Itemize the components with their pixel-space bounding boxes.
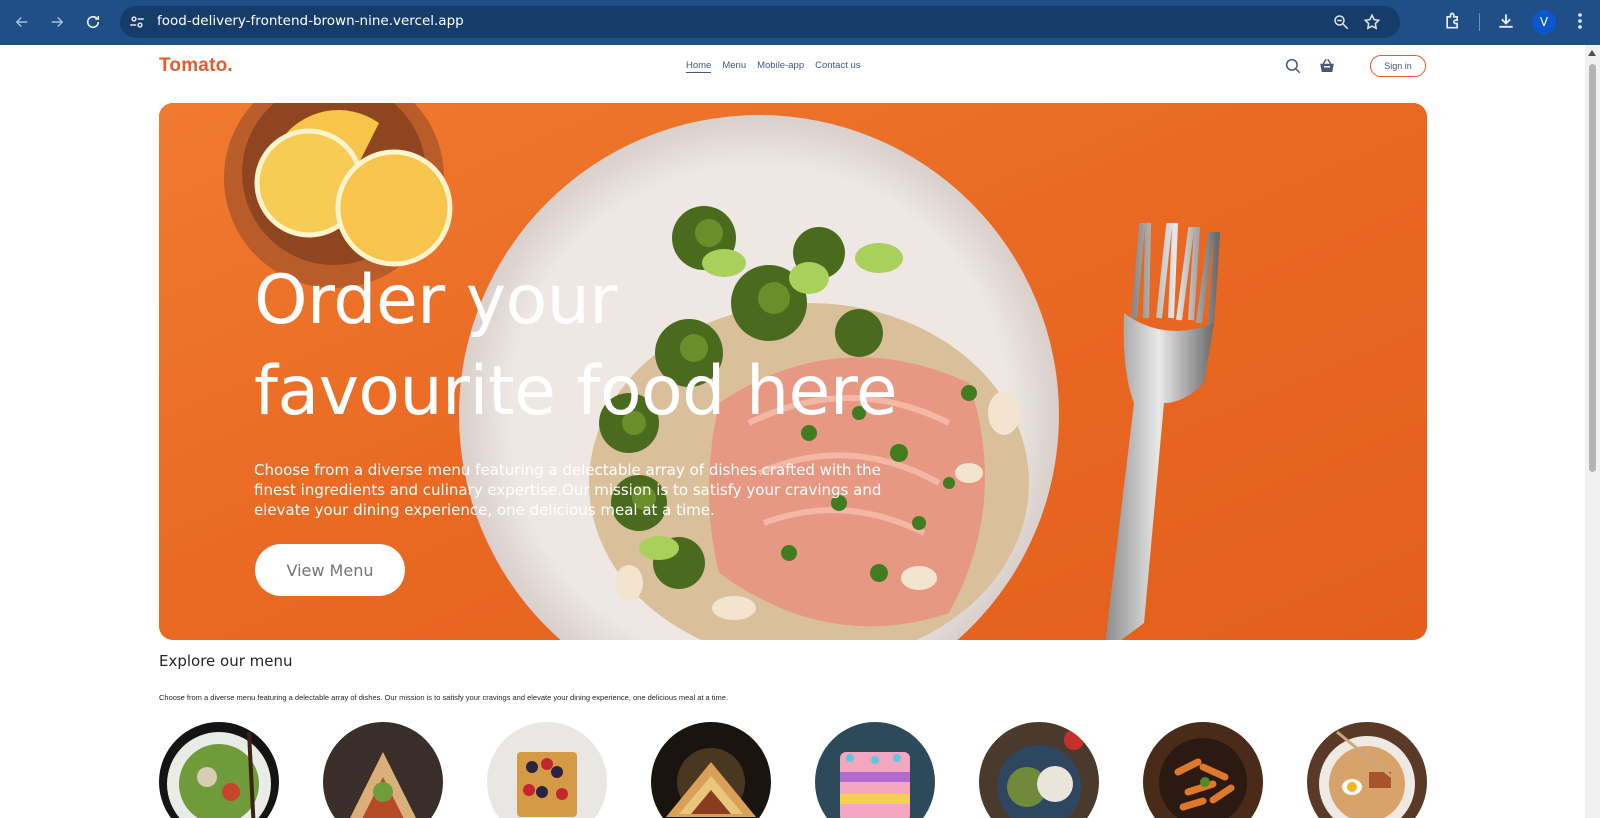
nav-menu: Home Menu Mobile-app Contact us xyxy=(686,60,861,73)
back-arrow-icon[interactable] xyxy=(8,8,36,36)
explore-menu-list xyxy=(159,722,1427,818)
browser-toolbar: food-delivery-frontend-brown-nine.vercel… xyxy=(0,0,1600,45)
scrollbar-thumb[interactable] xyxy=(1589,64,1596,472)
bookmark-star-icon[interactable] xyxy=(1363,13,1381,31)
page-scrollbar[interactable] xyxy=(1585,45,1600,818)
nav-item-home[interactable]: Home xyxy=(686,60,712,73)
site-navbar: Tomato. Home Menu Mobile-app Contact us … xyxy=(159,45,1426,89)
hero-title: Order your favourite food here xyxy=(254,255,954,437)
address-bar[interactable]: food-delivery-frontend-brown-nine.vercel… xyxy=(120,6,1400,38)
toolbar-divider xyxy=(1479,13,1480,31)
search-icon[interactable] xyxy=(1284,57,1302,75)
menu-kebab-icon[interactable] xyxy=(1572,11,1588,31)
logo[interactable]: Tomato. xyxy=(159,55,233,77)
reload-icon[interactable] xyxy=(79,8,107,36)
profile-avatar[interactable]: V xyxy=(1532,10,1556,34)
explore-menu-description: Choose from a diverse menu featuring a d… xyxy=(159,693,729,702)
sign-in-button[interactable]: Sign in xyxy=(1370,55,1426,77)
nav-item-menu[interactable]: Menu xyxy=(722,60,746,73)
hero-title-line-2: favourite food here xyxy=(254,352,898,431)
nav-item-mobile-app[interactable]: Mobile-app xyxy=(757,60,804,73)
view-menu-button[interactable]: View Menu xyxy=(255,544,405,596)
cake-image[interactable] xyxy=(815,722,935,818)
hero-banner: Order your favourite food here Choose fr… xyxy=(159,103,1427,640)
forward-arrow-icon[interactable] xyxy=(43,8,71,36)
download-icon[interactable] xyxy=(1496,11,1516,31)
explore-menu-title: Explore our menu xyxy=(159,652,293,670)
site-settings-icon[interactable] xyxy=(128,13,146,31)
url-text[interactable]: food-delivery-frontend-brown-nine.vercel… xyxy=(157,13,464,29)
nav-item-contact-us[interactable]: Contact us xyxy=(815,60,860,73)
page-content: Tomato. Home Menu Mobile-app Contact us … xyxy=(0,45,1585,818)
sandwich-image[interactable] xyxy=(651,722,771,818)
salad-image[interactable] xyxy=(159,722,279,818)
zoom-icon[interactable] xyxy=(1332,13,1350,31)
hero-title-line-1: Order your xyxy=(254,261,617,340)
pure-veg-image[interactable] xyxy=(979,722,1099,818)
basket-icon[interactable] xyxy=(1318,57,1336,75)
desserts-image[interactable] xyxy=(487,722,607,818)
pasta-image[interactable] xyxy=(1143,722,1263,818)
scroll-up-arrow-icon[interactable] xyxy=(1588,50,1596,56)
extensions-icon[interactable] xyxy=(1443,11,1463,31)
rolls-image[interactable] xyxy=(323,722,443,818)
noodles-image[interactable] xyxy=(1307,722,1427,818)
hero-description: Choose from a diverse menu featuring a d… xyxy=(254,461,882,519)
